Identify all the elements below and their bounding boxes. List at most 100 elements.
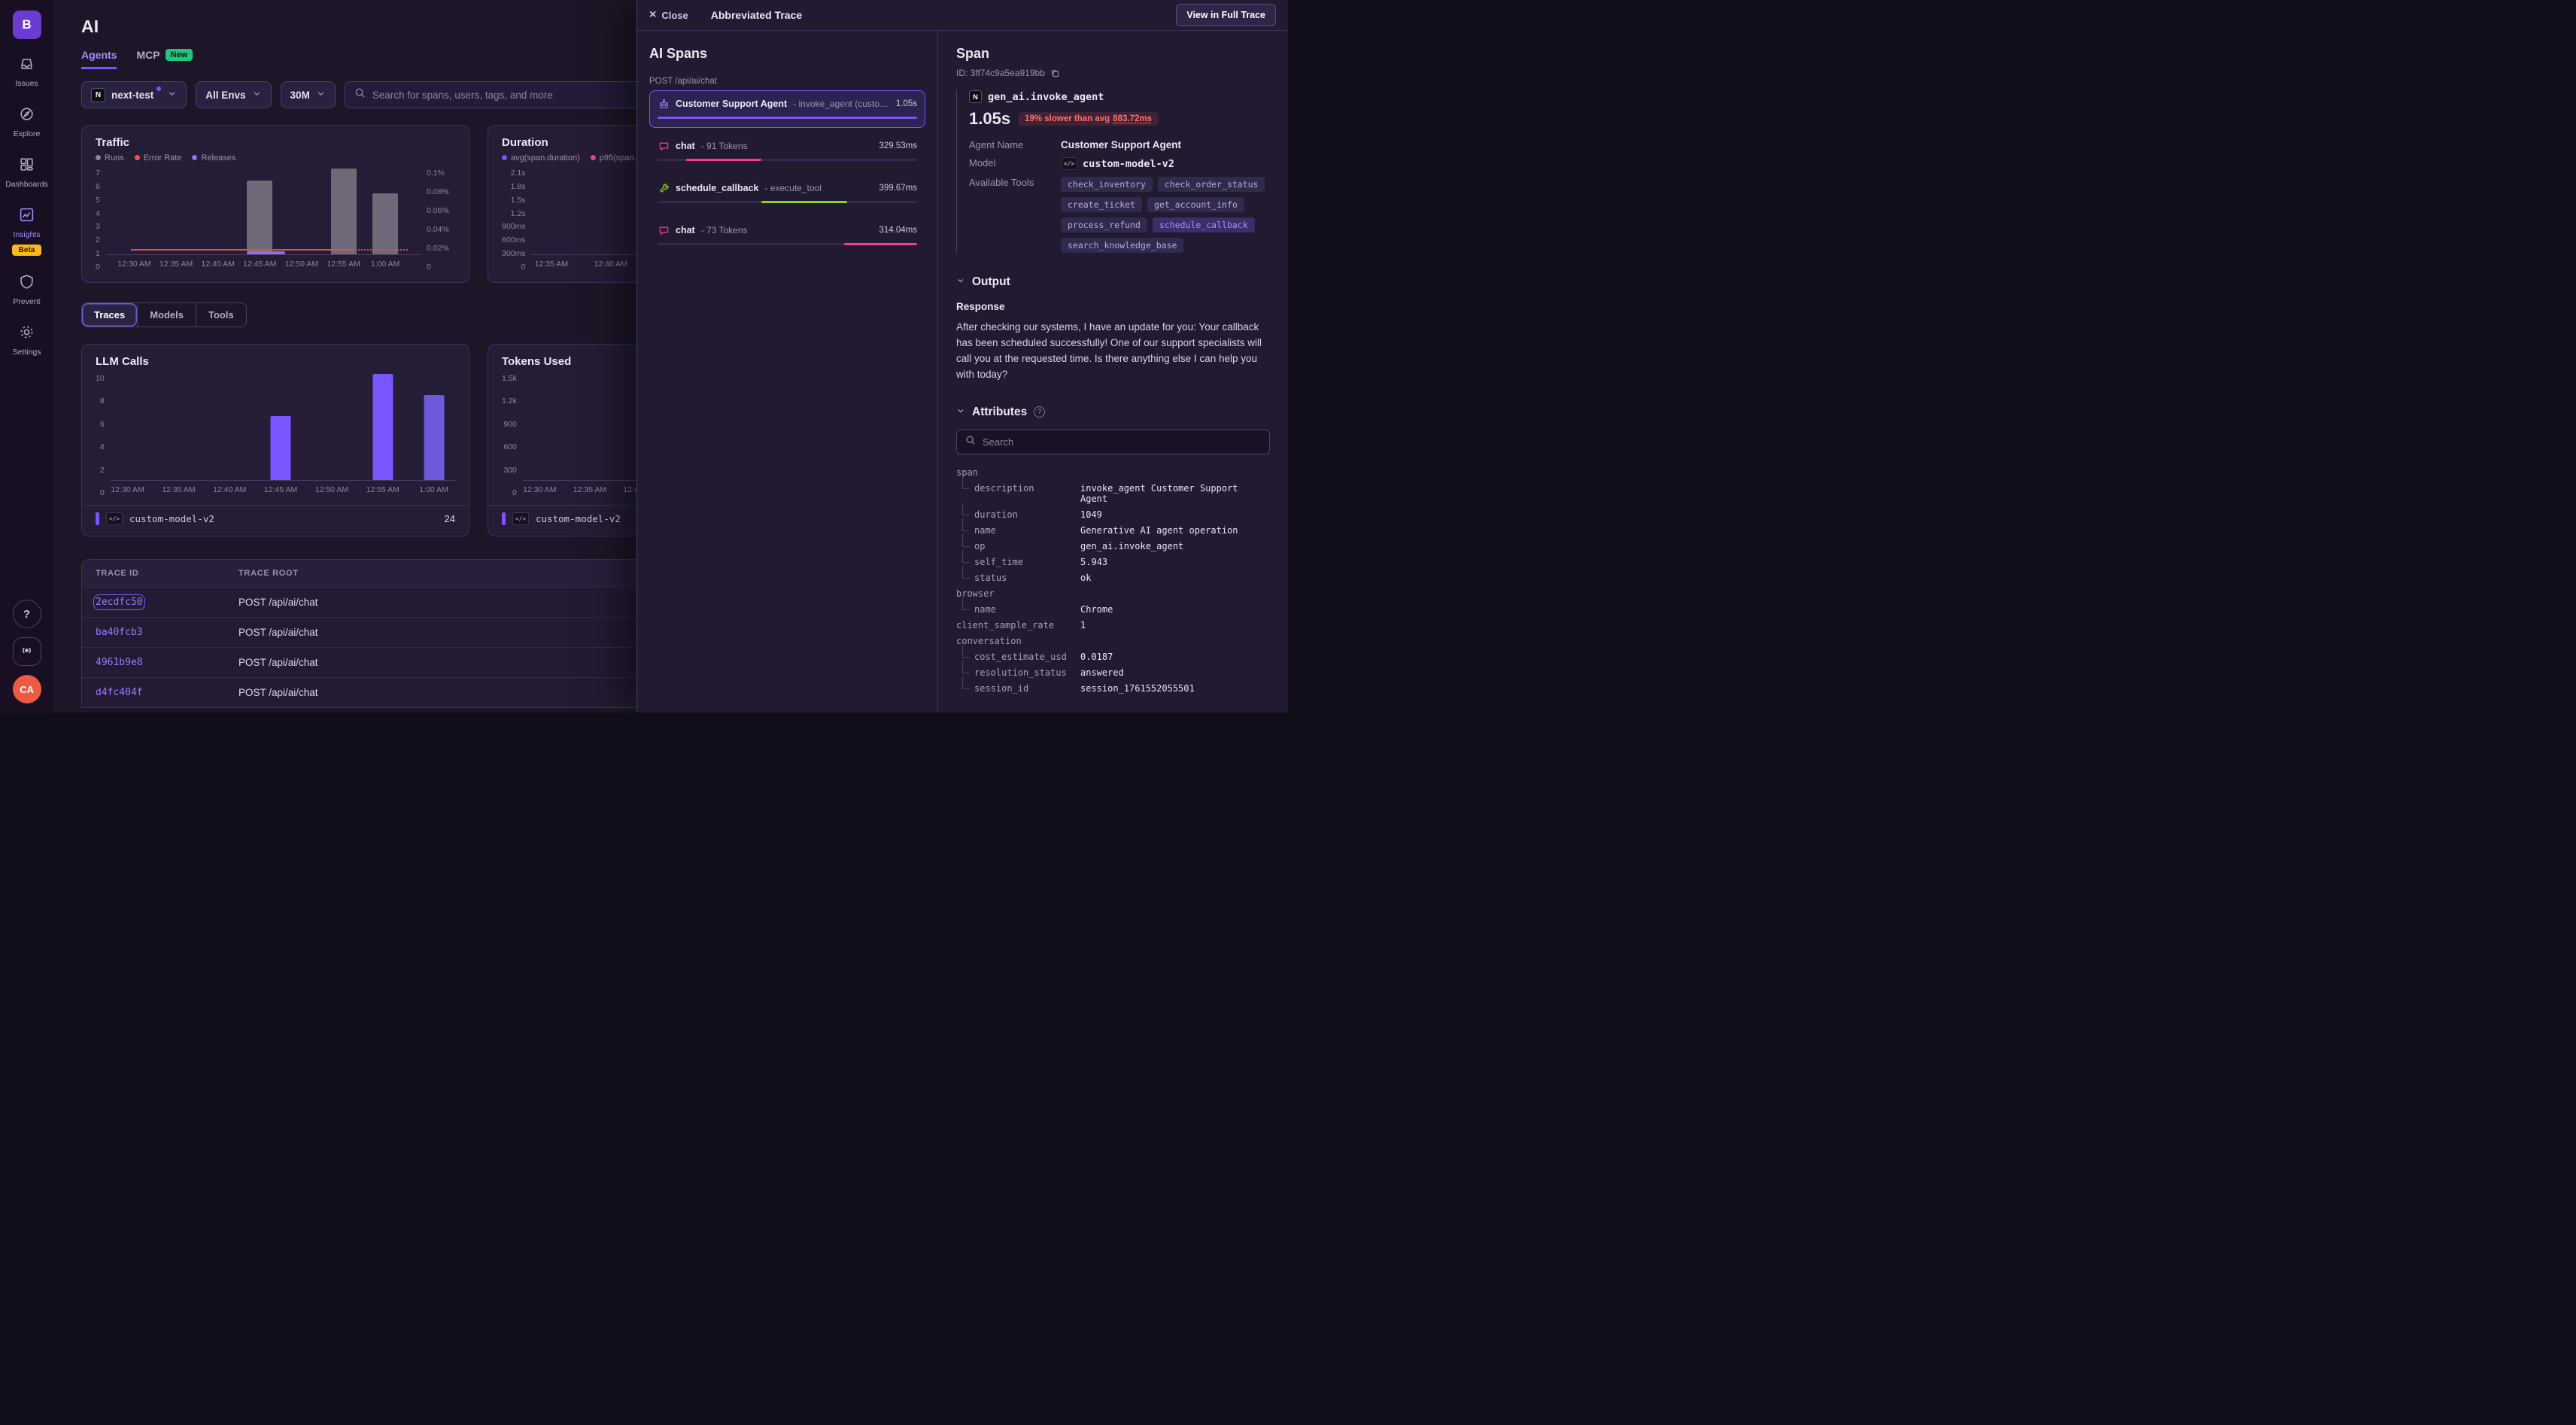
span-duration: 314.04ms [879,226,917,235]
llm-calls-panel: LLM Calls 1086420 12:30 AM 12:35 A [81,344,469,536]
llm-calls-chart-plot [111,374,455,481]
project-selector[interactable]: N next-test [81,81,187,108]
attr-row: descriptioninvoke_agent Customer Support… [956,481,1270,507]
view-full-trace-button[interactable]: View in Full Trace [1176,4,1276,26]
sidebar-footer: ? CA [13,600,41,703]
span-waterfall-bar [658,117,917,119]
traffic-bar [331,169,357,254]
attr-row: nameChrome [956,602,1270,618]
error-rate-line-dotted [351,249,408,251]
chat-bubble-icon [658,224,670,236]
whats-new-button[interactable] [13,637,41,666]
tab-mcp[interactable]: MCP New [136,49,193,69]
agent-name-value: Customer Support Agent [1061,139,1181,150]
code-icon: </> [512,512,529,525]
runs-dot-icon [96,155,101,160]
span-item-agent[interactable]: Customer Support Agent - invoke_agent (c… [649,90,925,128]
sidebar-item-explore[interactable]: Explore [0,106,53,138]
traffic-bar [372,193,398,254]
traffic-x-axis: 12:30 AM 12:35 AM 12:40 AM 12:45 AM 12:5… [106,260,421,272]
span-waterfall-bar [844,243,917,245]
traffic-chart-plot [106,169,421,255]
error-rate-line [131,249,351,251]
trace-id-link[interactable]: d4fc404f [96,687,238,698]
wrench-icon [658,182,670,194]
llm-calls-bar [372,374,393,480]
insight-subtabs: Traces Models Tools [81,302,247,327]
close-label: Close [661,10,688,21]
search-icon [354,87,366,102]
sidebar-item-prevent[interactable]: Prevent [0,274,53,306]
tab-agents[interactable]: Agents [81,49,117,69]
trace-id-link[interactable]: ba40fcb3 [96,627,238,638]
attributes-section: Attributes ? span descriptioninvoke_agen… [956,406,1270,697]
shield-icon [19,274,35,293]
chevron-down-icon [956,275,965,289]
help-icon[interactable]: ? [1034,406,1045,418]
environment-selector[interactable]: All Envs [196,81,271,108]
sidebar-item-settings[interactable]: Settings [0,324,53,357]
span-waterfall-bar [761,201,847,203]
subtab-tools[interactable]: Tools [196,303,246,327]
span-op: gen_ai.invoke_agent [988,91,1104,103]
attributes-section-header[interactable]: Attributes ? [956,406,1270,419]
chevron-down-icon [167,89,177,101]
span-name: schedule_callback [676,183,758,193]
code-icon: </> [1061,157,1077,170]
attr-row: duration1049 [956,507,1270,523]
trace-id-link[interactable]: 2ecdfc50 [96,597,238,608]
model-value: custom-model-v2 [1083,158,1174,170]
attr-row: cost_estimate_usd0.0187 [956,649,1270,665]
sidebar-item-insights[interactable]: Insights Beta [0,207,53,256]
tool-chip: check_inventory [1061,177,1153,192]
output-section-header[interactable]: Output [956,275,1270,289]
span-item-schedule-callback[interactable]: schedule_callback - execute_tool 399.67m… [649,175,925,212]
close-button[interactable]: × Close [649,9,688,21]
span-waterfall-bar [686,159,761,161]
attr-row: span [956,465,1270,481]
duration-y-axis: 2.1s1.8s1.5s1.2s900ms600ms300ms0 [502,169,532,272]
span-desc: - execute_tool [764,183,873,193]
attributes-search-input[interactable] [983,436,1261,448]
time-range-selector[interactable]: 30M [281,81,336,108]
sidebar-item-label: Issues [15,79,38,88]
attr-row: nameGenerative AI agent operation [956,523,1270,539]
drawer-title: Abbreviated Trace [711,9,802,21]
sidebar-item-dashboards[interactable]: Dashboards [0,156,53,189]
span-waterfall-track [658,243,917,245]
help-button[interactable]: ? [13,600,41,628]
sidebar-item-issues[interactable]: Issues [0,56,53,88]
span-waterfall-track [658,159,917,161]
sidebar-item-label: Dashboards [5,180,48,189]
output-section: Output Response After checking our syste… [956,275,1270,383]
span-item-chat-2[interactable]: chat - 73 Tokens 314.04ms [649,217,925,254]
attr-row: conversation [956,634,1270,649]
sidebar-item-label: Prevent [13,297,40,306]
span-duration: 1.05s [896,99,917,108]
close-icon: × [649,9,656,21]
app-root: B Issues Explore Dashboards Insights Bet… [0,0,1288,712]
trace-id-link[interactable]: 4961b9e8 [96,657,238,668]
span-item-chat-1[interactable]: chat - 91 Tokens 329.53ms [649,132,925,170]
tab-mcp-label: MCP [136,49,159,61]
span-desc: - 91 Tokens [701,141,873,151]
avg-dot-icon [502,155,507,160]
org-logo[interactable]: B [13,11,41,39]
robot-icon [658,98,670,110]
tool-chip: search_knowledge_base [1061,238,1183,253]
llm-calls-bar [271,416,291,480]
drawer-header: × Close Abbreviated Trace View in Full T… [637,0,1288,31]
span-id-row: ID: 3ff74c9a5ea919bb [956,68,1270,78]
subtab-models[interactable]: Models [137,303,196,327]
ai-spans-column: AI Spans POST /api/ai/chat Customer Supp… [637,31,938,712]
attributes-search-field[interactable] [956,430,1270,454]
subtab-traces[interactable]: Traces [82,303,137,327]
span-fields: Agent Name Customer Support Agent Model … [969,139,1270,253]
user-avatar[interactable]: CA [13,675,41,703]
traffic-title: Traffic [96,136,455,149]
legend-runs: Runs [96,153,124,163]
copy-icon[interactable] [1050,68,1060,78]
attr-row: session_idsession_1761552055501 [956,681,1270,697]
tool-chip: get_account_info [1147,197,1244,212]
llm-calls-x-axis: 12:30 AM 12:35 AM 12:40 AM 12:45 AM 12:5… [111,485,455,497]
